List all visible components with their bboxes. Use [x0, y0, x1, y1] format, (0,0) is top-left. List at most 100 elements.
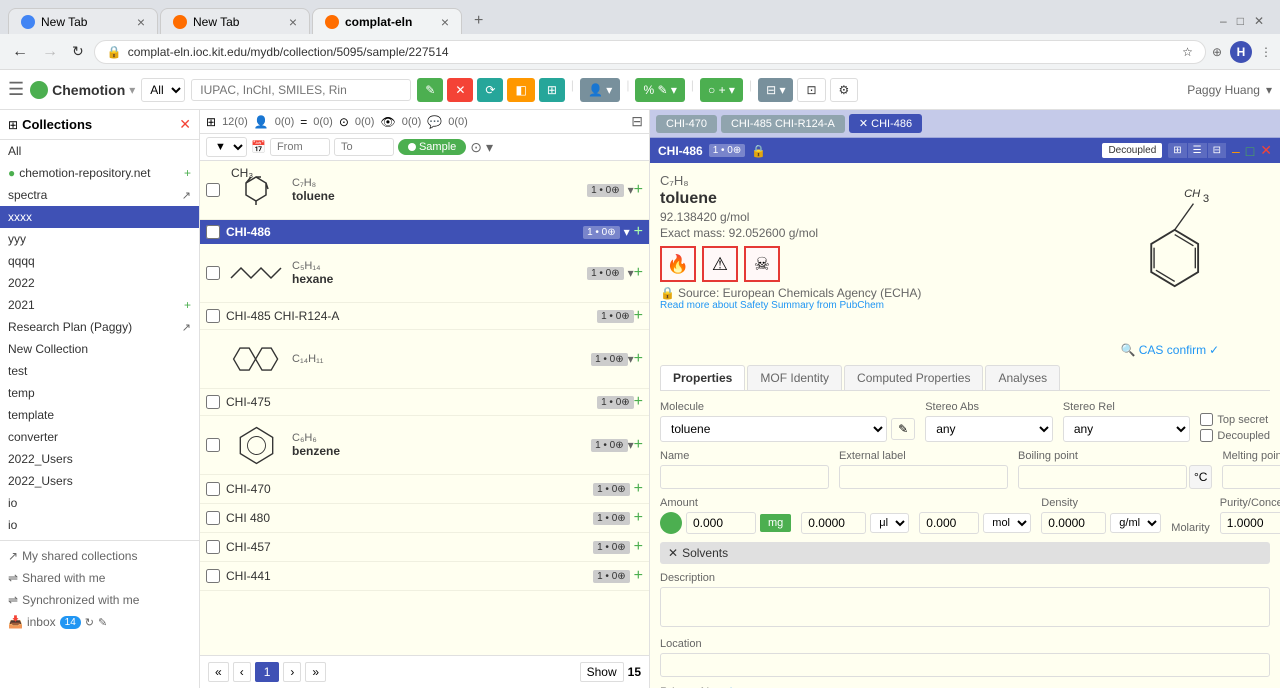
layout-btn[interactable]: ⊟ ▾: [758, 78, 793, 102]
refresh-icon[interactable]: ↻: [85, 616, 94, 629]
detail-close-btn[interactable]: ✕: [1260, 142, 1272, 159]
chi480-add-btn[interactable]: +: [634, 509, 643, 527]
sidebar-item-temp[interactable]: temp: [0, 382, 199, 404]
tab-properties[interactable]: Properties: [660, 365, 745, 390]
close-button[interactable]: ✕: [1254, 14, 1264, 28]
sidebar-toggle[interactable]: ☰: [8, 79, 24, 100]
sidebar-item-2022users-2[interactable]: 2022_Users: [0, 470, 199, 492]
bookmark-icon[interactable]: ☆: [1182, 45, 1193, 59]
molecule-edit-btn[interactable]: ✎: [891, 418, 915, 440]
menu-icon[interactable]: ⋮: [1260, 45, 1272, 59]
list-item-chi475[interactable]: CHI-475 1 • 0⊕ +: [200, 389, 649, 416]
page-1-btn[interactable]: 1: [255, 662, 280, 682]
list-item-hexane[interactable]: C₅H₁₄ hexane 1 • 0⊕ ▾ +: [200, 244, 649, 303]
list-item-chi441[interactable]: CHI-441 1 • 0⊕ +: [200, 562, 649, 591]
sidebar-shared-with-me[interactable]: ⇌ Shared with me: [0, 567, 199, 589]
page-prev-btn[interactable]: ‹: [233, 662, 251, 682]
tab-computed[interactable]: Computed Properties: [844, 365, 983, 390]
detail-minimize-btn[interactable]: –: [1232, 143, 1240, 159]
sidebar-item-io-1[interactable]: io: [0, 492, 199, 514]
sidebar-item-test[interactable]: test: [0, 360, 199, 382]
list-item-chi486-header[interactable]: CHI-486 1 • 0⊕ ▾ +: [200, 220, 649, 244]
page-last-btn[interactable]: »: [305, 662, 326, 682]
list-item-chi485[interactable]: CHI-485 CHI-R124-A 1 • 0⊕ +: [200, 303, 649, 330]
restore-button[interactable]: □: [1237, 14, 1244, 28]
molecule-select[interactable]: toluene: [660, 416, 887, 442]
share-btn-1[interactable]: ⟳: [477, 78, 503, 102]
edit-inbox-icon[interactable]: ✎: [98, 616, 107, 629]
reload-button[interactable]: ↻: [68, 41, 88, 62]
hexane-add-btn[interactable]: +: [634, 264, 643, 282]
sidebar-item-yyy[interactable]: yyy: [0, 228, 199, 250]
tab-mof-identity[interactable]: MOF Identity: [747, 365, 842, 390]
amount-unit-mg[interactable]: mg: [760, 514, 791, 532]
new-tab-button[interactable]: +: [466, 8, 491, 34]
chi486-checkbox[interactable]: [206, 225, 220, 239]
page-first-btn[interactable]: «: [208, 662, 229, 682]
sidebar-synced[interactable]: ⇌ Synchronized with me: [0, 589, 199, 611]
to-date[interactable]: [334, 138, 394, 156]
chi470-add-btn[interactable]: +: [634, 480, 643, 498]
repo-add-icon[interactable]: +: [184, 166, 191, 180]
tab-2[interactable]: New Tab ×: [160, 8, 310, 34]
benzene-checkbox[interactable]: [206, 438, 220, 452]
ext-label-input[interactable]: [839, 465, 1008, 489]
edit-button[interactable]: ✎: [417, 78, 443, 102]
boiling-input[interactable]: [1018, 465, 1187, 489]
hazard-link[interactable]: Read more about Safety Summary from PubC…: [660, 300, 1060, 311]
amber-btn[interactable]: ◧: [507, 78, 534, 102]
view-btn-1[interactable]: ⊞: [1168, 143, 1186, 158]
chi457-checkbox[interactable]: [206, 540, 220, 554]
share-icon[interactable]: ↗: [182, 189, 191, 202]
chi475-add-btn[interactable]: +: [634, 393, 643, 411]
list-item[interactable]: CH₃ C₇H₈ toluene 1 • 0⊕ ▾: [200, 161, 649, 220]
sidebar-item-chemotion-repo[interactable]: ● chemotion-repository.net +: [0, 162, 199, 184]
detail-tab-chi486[interactable]: ✕ CHI-486: [849, 114, 922, 133]
sidebar-item-qqqq[interactable]: qqqq: [0, 250, 199, 272]
sample-toggle[interactable]: Sample: [398, 139, 466, 155]
tab-2-close[interactable]: ×: [289, 14, 297, 30]
chi480-checkbox[interactable]: [206, 511, 220, 525]
sidebar-item-2021[interactable]: 2021 +: [0, 294, 199, 316]
url-bar-container[interactable]: 🔒 complat-eln.ioc.kit.edu/mydb/collectio…: [94, 40, 1206, 64]
extensions-icon[interactable]: ⊕: [1212, 45, 1222, 59]
sidebar-my-shared[interactable]: ↗ My shared collections: [0, 545, 199, 567]
purity-input[interactable]: [1220, 512, 1280, 534]
chi486-expand-btn[interactable]: ▾: [624, 225, 630, 239]
sidebar-item-2022[interactable]: 2022: [0, 272, 199, 294]
naph-add-btn[interactable]: +: [634, 350, 643, 368]
search-input[interactable]: [191, 79, 411, 101]
sidebar-item-converter[interactable]: converter: [0, 426, 199, 448]
sidebar-inbox[interactable]: 📥 inbox 14 ↻ ✎: [0, 611, 199, 633]
hexane-checkbox[interactable]: [206, 266, 220, 280]
detail-tab-chi470[interactable]: CHI-470: [656, 115, 717, 133]
detail-expand-btn[interactable]: □: [1246, 143, 1254, 159]
sidebar-item-template[interactable]: template: [0, 404, 199, 426]
sample-checkbox[interactable]: [206, 183, 220, 197]
filter-expand-btn[interactable]: ▾: [486, 139, 493, 156]
add-sample-btn[interactable]: +: [634, 181, 643, 199]
page-next-btn[interactable]: ›: [283, 662, 301, 682]
from-date[interactable]: [270, 138, 330, 156]
benzene-add-btn[interactable]: +: [634, 436, 643, 454]
show-btn[interactable]: Show: [580, 662, 624, 682]
tab-1-close[interactable]: ×: [137, 14, 145, 30]
cas-confirm-btn[interactable]: 🔍 CAS confirm ✓: [1121, 343, 1219, 357]
delete-button[interactable]: ✕: [447, 78, 473, 102]
list-item-benzene[interactable]: C₆H₆ benzene 1 • 0⊕ ▾ +: [200, 416, 649, 475]
decoupled-checkbox[interactable]: [1200, 429, 1213, 442]
view-btn-3[interactable]: ⊟: [1208, 143, 1226, 158]
tab-3-close[interactable]: ×: [441, 14, 449, 30]
tab-3[interactable]: complat-eln ×: [312, 8, 462, 34]
search-mode-select[interactable]: All: [141, 78, 185, 102]
chi486-add-btn[interactable]: +: [634, 223, 643, 241]
amount-input[interactable]: [686, 512, 756, 534]
mol-unit-select[interactable]: mol: [983, 513, 1031, 533]
stereo-abs-select[interactable]: any: [925, 416, 1053, 442]
add-2021-icon[interactable]: +: [184, 298, 191, 312]
share-research-icon[interactable]: ↗: [182, 321, 191, 334]
user-btn[interactable]: 👤 ▾: [580, 78, 620, 102]
location-input[interactable]: [660, 653, 1270, 677]
sidebar-item-research-plan[interactable]: Research Plan (Paggy) ↗: [0, 316, 199, 338]
mol-input[interactable]: [919, 512, 979, 534]
